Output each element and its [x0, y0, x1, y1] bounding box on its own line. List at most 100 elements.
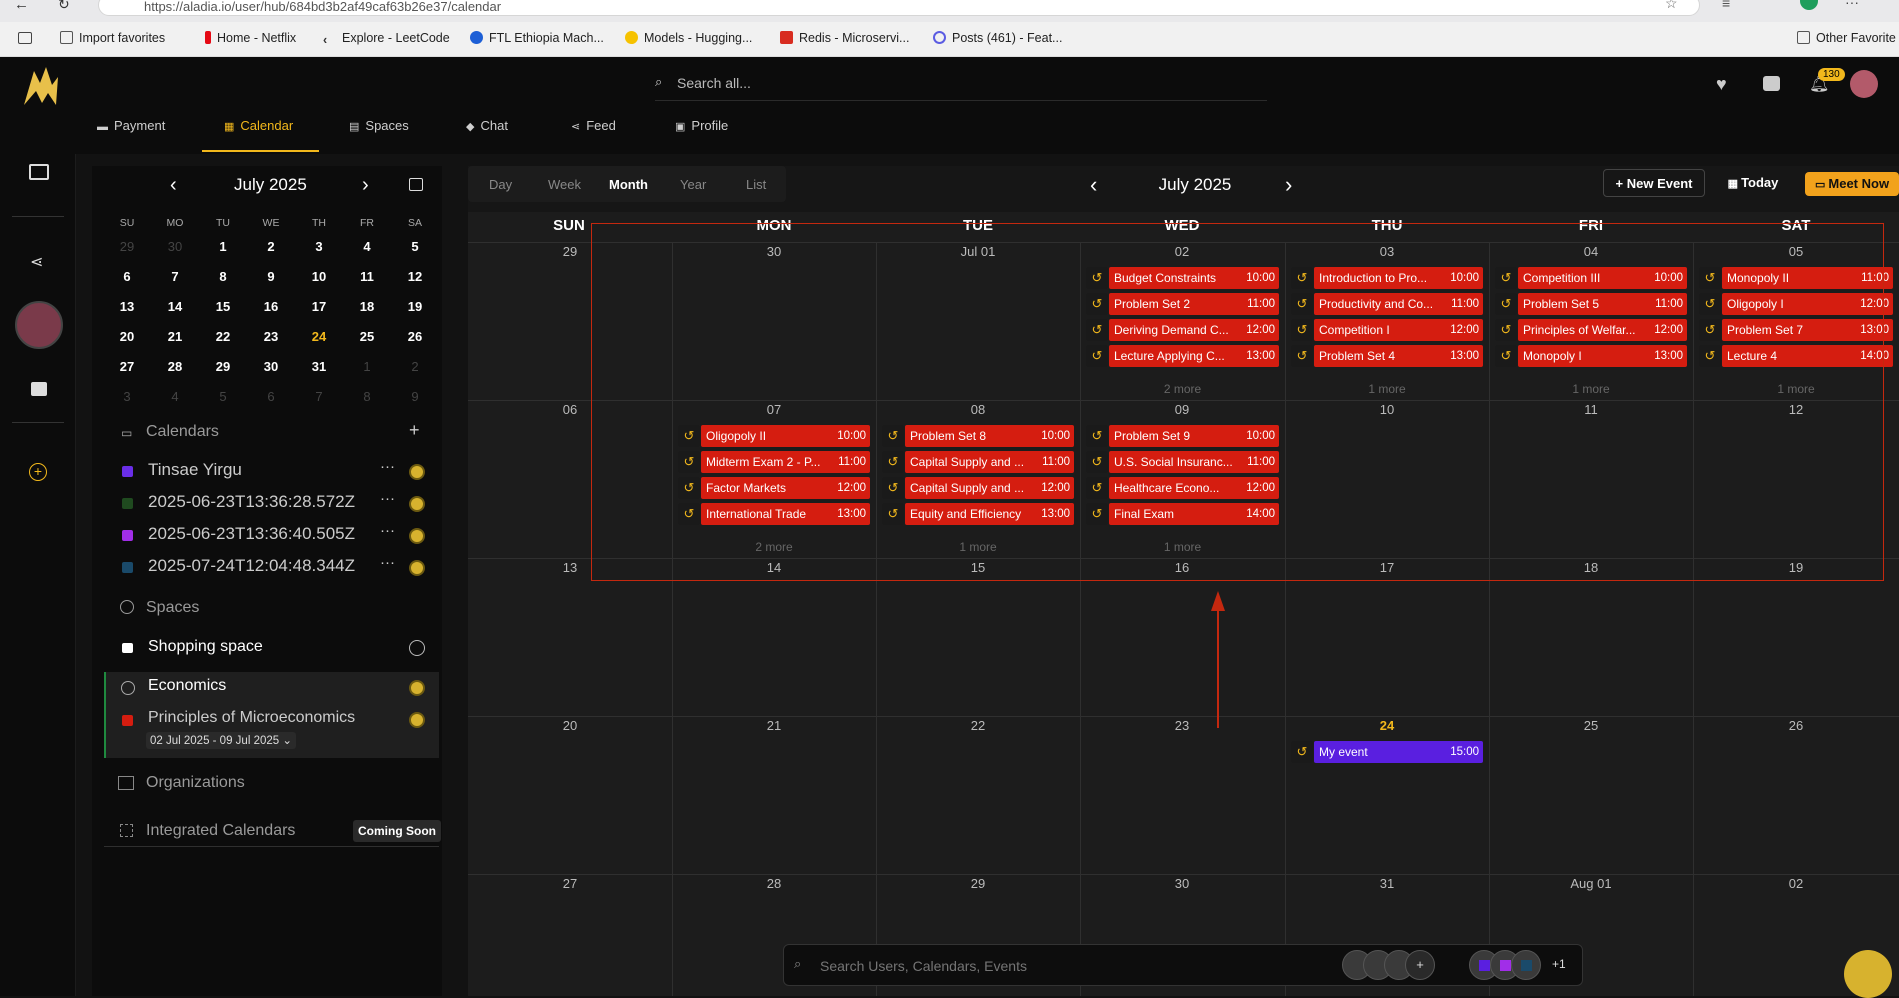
- add-user-icon[interactable]: +: [1405, 950, 1435, 980]
- calendar-toggle[interactable]: [409, 496, 425, 512]
- day-number[interactable]: Jul 01: [948, 244, 1008, 259]
- mini-day[interactable]: 23: [251, 329, 291, 344]
- calendar-event[interactable]: ↺ U.S. Social Insuranc... 11:00: [1086, 451, 1279, 473]
- mini-day[interactable]: 1: [203, 239, 243, 254]
- sidebar-toggle-icon[interactable]: [18, 32, 32, 44]
- back-icon[interactable]: ←: [14, 0, 29, 13]
- meet-now-button[interactable]: ▭ Meet Now: [1805, 172, 1899, 196]
- calendar-event[interactable]: ↺ Competition III 10:00: [1495, 267, 1687, 289]
- event-body[interactable]: Competition III 10:00: [1518, 267, 1687, 289]
- calendar-event[interactable]: ↺ Problem Set 5 11:00: [1495, 293, 1687, 315]
- mini-day[interactable]: 6: [107, 269, 147, 284]
- url-field[interactable]: https://aladia.io/user/hub/684bd3b2af49c…: [98, 0, 1700, 16]
- calendar-event[interactable]: ↺ Deriving Demand C... 12:00: [1086, 319, 1279, 341]
- more-icon[interactable]: ···: [1845, 0, 1859, 10]
- event-body[interactable]: Lecture Applying C... 13:00: [1109, 345, 1279, 367]
- next-month-icon[interactable]: ›: [1285, 172, 1292, 198]
- mini-day[interactable]: 31: [299, 359, 339, 374]
- calendar-toggle[interactable]: [409, 528, 425, 544]
- tab-chat[interactable]: ◆ Chat: [466, 118, 536, 152]
- day-number[interactable]: 15: [948, 560, 1008, 575]
- day-number[interactable]: 08: [948, 402, 1008, 417]
- calendar-event[interactable]: ↺ Budget Constraints 10:00: [1086, 267, 1279, 289]
- share-icon[interactable]: ⋖: [30, 252, 43, 272]
- event-body[interactable]: My event 15:00: [1314, 741, 1483, 763]
- day-number[interactable]: 05: [1766, 244, 1826, 259]
- mini-day[interactable]: 19: [395, 299, 435, 314]
- calendar-event[interactable]: ↺ My event 15:00: [1291, 741, 1483, 763]
- mini-next-icon[interactable]: ›: [362, 174, 369, 197]
- more-options-icon[interactable]: ···: [380, 554, 395, 571]
- calendar-item[interactable]: Tinsae Yirgu ···: [104, 458, 439, 486]
- mini-day[interactable]: 10: [299, 269, 339, 284]
- day-number[interactable]: 21: [744, 718, 804, 733]
- event-body[interactable]: Lecture 4 14:00: [1722, 345, 1893, 367]
- day-number[interactable]: 12: [1766, 402, 1826, 417]
- event-body[interactable]: Capital Supply and ... 11:00: [905, 451, 1074, 473]
- calendar-event[interactable]: ↺ Productivity and Co... 11:00: [1291, 293, 1483, 315]
- event-body[interactable]: Monopoly I 13:00: [1518, 345, 1687, 367]
- reload-icon[interactable]: ↻: [58, 0, 70, 13]
- day-number[interactable]: 28: [744, 876, 804, 891]
- day-number[interactable]: 11: [1561, 402, 1621, 417]
- bookmark-import[interactable]: Import favorites: [60, 31, 165, 45]
- event-body[interactable]: Problem Set 5 11:00: [1518, 293, 1687, 315]
- tab-payment[interactable]: ▬ Payment: [97, 118, 177, 152]
- calendar-event[interactable]: ↺ Oligopoly II 10:00: [678, 425, 870, 447]
- event-body[interactable]: U.S. Social Insuranc... 11:00: [1109, 451, 1279, 473]
- bookmark-other-favorites[interactable]: Other Favorite: [1797, 31, 1896, 45]
- mini-day[interactable]: 26: [395, 329, 435, 344]
- space-shopping[interactable]: Shopping space: [104, 636, 439, 664]
- more-events-link[interactable]: 2 more: [1133, 382, 1233, 396]
- calendar-event[interactable]: ↺ Problem Set 9 10:00: [1086, 425, 1279, 447]
- day-number[interactable]: 02: [1766, 876, 1826, 891]
- more-events-link[interactable]: 1 more: [1133, 540, 1233, 554]
- calendar-event[interactable]: ↺ Factor Markets 12:00: [678, 477, 870, 499]
- day-number[interactable]: 02: [1152, 244, 1212, 259]
- day-number[interactable]: 07: [744, 402, 804, 417]
- day-number[interactable]: 18: [1561, 560, 1621, 575]
- course-date-range[interactable]: 02 Jul 2025 - 09 Jul 2025 ⌄: [146, 732, 296, 749]
- avatar[interactable]: [1850, 70, 1878, 98]
- mini-day[interactable]: 5: [395, 239, 435, 254]
- mini-day[interactable]: 29: [203, 359, 243, 374]
- calendar-event[interactable]: ↺ Lecture Applying C... 13:00: [1086, 345, 1279, 367]
- event-body[interactable]: International Trade 13:00: [701, 503, 870, 525]
- more-options-icon[interactable]: ···: [380, 490, 395, 507]
- mini-day[interactable]: 16: [251, 299, 291, 314]
- mini-day[interactable]: 4: [155, 389, 195, 404]
- collapse-panel-icon[interactable]: [409, 178, 423, 191]
- event-body[interactable]: Problem Set 7 13:00: [1722, 319, 1893, 341]
- tab-spaces[interactable]: ▤ Spaces: [349, 118, 429, 152]
- day-number[interactable]: 27: [540, 876, 600, 891]
- course-principles[interactable]: Principles of Microeconomics: [104, 707, 439, 735]
- favorite-star-icon[interactable]: ☆: [1665, 0, 1678, 12]
- mini-day[interactable]: 2: [251, 239, 291, 254]
- bookmark-netflix[interactable]: Home - Netflix: [205, 31, 296, 45]
- day-number[interactable]: 24: [1357, 718, 1417, 733]
- day-number[interactable]: 20: [540, 718, 600, 733]
- space-economics[interactable]: Economics: [104, 675, 439, 703]
- global-search[interactable]: ⌕ Search all...: [655, 67, 1267, 101]
- day-number[interactable]: 04: [1561, 244, 1621, 259]
- mini-day[interactable]: 20: [107, 329, 147, 344]
- event-body[interactable]: Problem Set 9 10:00: [1109, 425, 1279, 447]
- event-body[interactable]: Monopoly II 11:00: [1722, 267, 1893, 289]
- calendar-event[interactable]: ↺ Monopoly I 13:00: [1495, 345, 1687, 367]
- bottom-search-input[interactable]: [820, 955, 1320, 977]
- user-avatar[interactable]: [15, 301, 63, 349]
- mini-day[interactable]: 7: [155, 269, 195, 284]
- view-tab-month[interactable]: Month: [609, 177, 648, 192]
- more-events-link[interactable]: 1 more: [1337, 382, 1437, 396]
- box-icon[interactable]: [31, 382, 47, 396]
- event-body[interactable]: Healthcare Econo... 12:00: [1109, 477, 1279, 499]
- more-events-link[interactable]: 1 more: [1541, 382, 1641, 396]
- day-number[interactable]: 13: [540, 560, 600, 575]
- event-body[interactable]: Final Exam 14:00: [1109, 503, 1279, 525]
- heart-icon[interactable]: ♥: [1716, 74, 1727, 95]
- day-number[interactable]: 29: [948, 876, 1008, 891]
- mini-day[interactable]: 6: [251, 389, 291, 404]
- mini-day[interactable]: 11: [347, 269, 387, 284]
- day-number[interactable]: 09: [1152, 402, 1212, 417]
- mini-day[interactable]: 8: [203, 269, 243, 284]
